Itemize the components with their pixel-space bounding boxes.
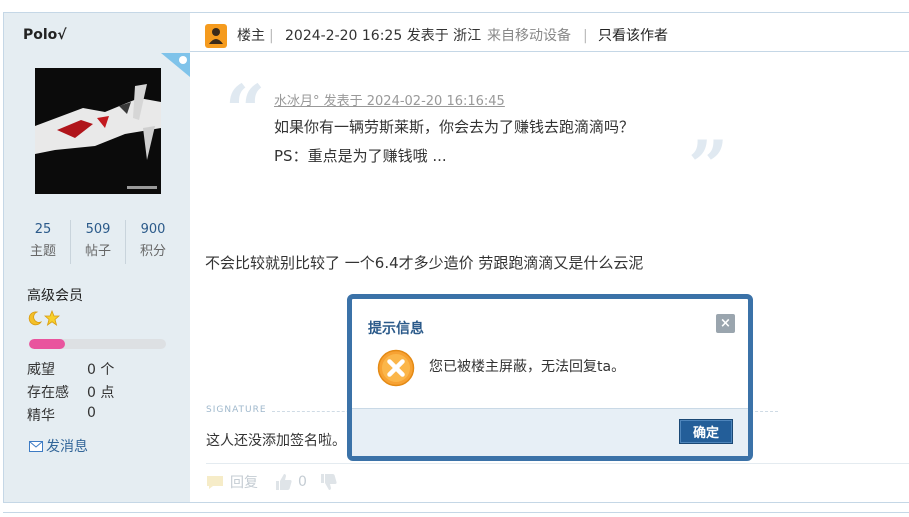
thumbs-up-icon[interactable] (274, 473, 292, 491)
quote-line: PS：重点是为了赚钱哦 ... (274, 147, 447, 165)
divider (206, 463, 909, 464)
post-device: 来自移动设备 (487, 28, 571, 44)
author-name[interactable]: Polo√ (23, 27, 67, 43)
stat-posts-label: 帖子 (84, 244, 111, 259)
star-icon (44, 310, 60, 326)
level-progress-bar (29, 339, 166, 349)
stat-points-value[interactable]: 900 (126, 220, 180, 240)
divider (3, 512, 909, 513)
prop-digest-label: 精华 (27, 408, 55, 424)
avatar-image (35, 68, 161, 194)
send-message-label[interactable]: 发消息 (46, 436, 88, 456)
member-level: 高级会员 (27, 288, 83, 304)
like-count: 0 (298, 474, 307, 490)
author-stats: 25 主题 509 帖子 900 积分 (16, 220, 180, 264)
quote-close-icon: ” (688, 125, 729, 208)
prop-prestige-value: 0 个 (87, 362, 115, 378)
stat-threads-label: 主题 (29, 244, 56, 259)
quote-line: 如果你有一辆劳斯莱斯，你会去为了赚钱去跑滴滴吗？ (274, 118, 635, 136)
prop-prestige: 威望 0 个 (27, 359, 114, 379)
op-label: 楼主 (237, 28, 265, 44)
prop-presence-value: 0 点 (87, 385, 115, 401)
signature-text: 这人还没添加签名啦。 (206, 433, 346, 449)
dialog-footer: 确定 (352, 408, 748, 456)
thumbs-down-icon[interactable] (319, 473, 337, 491)
signature-label: SIGNATURE (206, 405, 267, 415)
level-progress-fill (29, 339, 65, 349)
quote-open-icon: “ (225, 69, 266, 152)
header-separator: | (269, 28, 274, 44)
stat-points-label: 积分 (139, 244, 166, 259)
confirm-button[interactable]: 确定 (679, 419, 733, 444)
author-sidebar: Polo√ 25 主题 509 帖子 900 积分 高级会员 威望 0 个 存在… (4, 13, 190, 502)
prop-presence: 存在感 0 点 (27, 382, 114, 402)
prop-prestige-label: 威望 (27, 362, 55, 378)
stat-points[interactable]: 900 积分 (126, 220, 180, 264)
avatar[interactable] (35, 68, 161, 194)
header-separator: | (583, 28, 588, 44)
dialog-message: 您已被楼主屏蔽，无法回复ta。 (429, 359, 626, 375)
post-datetime: 2024-2-20 16:25 发表于 浙江 (285, 28, 482, 44)
dialog-title: 提示信息 (368, 321, 424, 337)
notice-dialog: 提示信息 × 您已被楼主屏蔽，无法回复ta。 确定 (347, 294, 753, 461)
reply-icon[interactable] (206, 474, 224, 490)
send-message-link[interactable]: 发消息 (29, 436, 88, 456)
stat-threads[interactable]: 25 主题 (16, 220, 71, 264)
online-corner-icon (161, 53, 190, 77)
level-badges (27, 310, 60, 326)
envelope-icon (29, 440, 43, 452)
prop-digest: 精华 0 (27, 405, 96, 425)
quote-source-link[interactable]: 水冰月° 发表于 2024-02-20 16:16:45 (274, 90, 505, 109)
stat-posts-value[interactable]: 509 (71, 220, 125, 240)
prop-digest-value: 0 (87, 405, 96, 421)
post-actions: 回复 0 (206, 472, 337, 492)
prop-presence-label: 存在感 (27, 385, 69, 401)
reply-button[interactable]: 回复 (230, 472, 258, 492)
stat-posts[interactable]: 509 帖子 (71, 220, 126, 264)
stat-threads-value[interactable]: 25 (16, 220, 70, 240)
moon-icon (28, 311, 43, 326)
only-author-link[interactable]: 只看该作者 (598, 27, 668, 45)
original-poster-icon (205, 24, 227, 48)
post-header: 楼主 | 2024-2-20 16:25 发表于 浙江 来自移动设备 | 只看该… (190, 13, 909, 52)
post-body: 不会比较就别比较了 一个6.4才多少造价 劳跟跑滴滴又是什么云泥 (205, 254, 644, 272)
error-icon (377, 349, 415, 387)
dialog-close-button[interactable]: × (716, 314, 735, 333)
